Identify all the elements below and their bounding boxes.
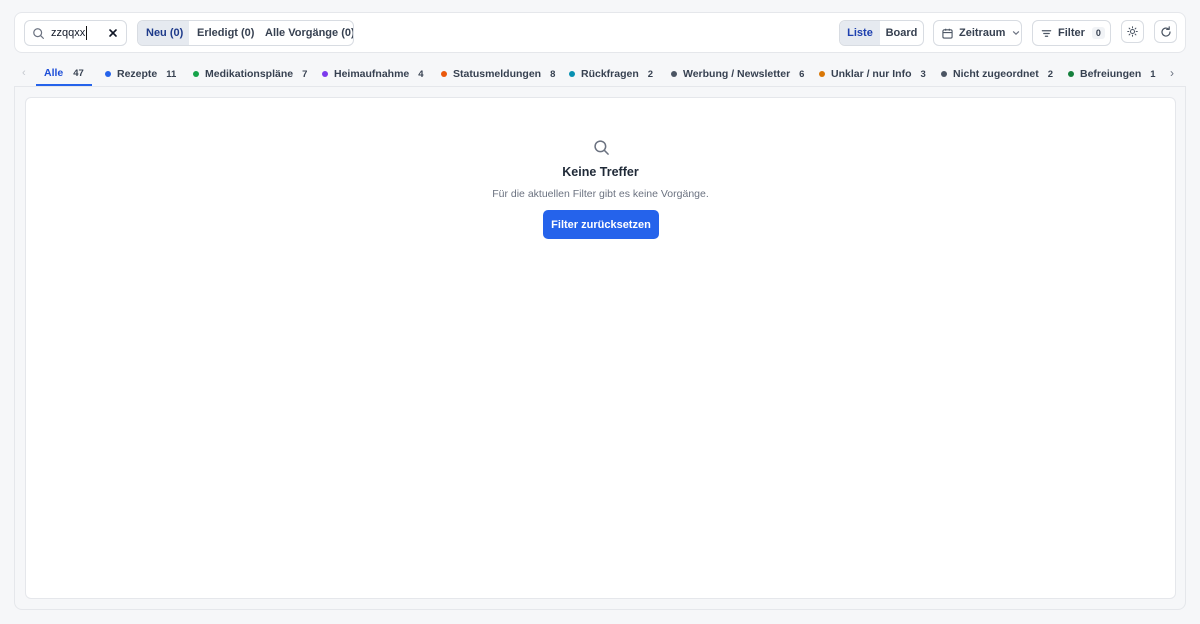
tab-heimaufnahme[interactable]: Heimaufnahme 4 [322,62,424,86]
status-new-button[interactable]: Neu (0) [138,21,189,45]
theme-toggle-button[interactable] [1121,20,1144,43]
tab-label: Rückfragen [581,68,639,80]
tab-rueckfragen[interactable]: Rückfragen 2 [569,62,653,86]
tab-label: Nicht zugeordnet [953,68,1039,80]
tab-count: 3 [920,68,926,80]
tab-count: 1 [1150,68,1156,80]
period-label: Zeitraum [959,27,1006,39]
category-dot [193,71,199,77]
tab-label: Medikationspläne [205,68,294,80]
filter-count-badge: 0 [1091,27,1105,39]
status-filter: Neu (0) Erledigt (0) Alle Vorgänge (0) [137,20,354,46]
tab-label: Befreiungen [1080,68,1142,80]
category-dot [819,71,825,77]
tab-count: 2 [647,68,654,80]
tab-nicht-zugeordnet[interactable]: Nicht zugeordnet 2 [941,62,1053,86]
tab-count: 2 [1047,68,1054,80]
category-dot [441,71,447,77]
chevron-right-icon[interactable]: › [1170,66,1174,80]
tab-werbung-newsletter[interactable]: Werbung / Newsletter 6 [671,62,804,86]
board-view-button[interactable]: Board [880,21,923,45]
tab-statusmeldungen[interactable]: Statusmeldungen 8 [441,62,555,86]
search-value[interactable]: zzqqxx [51,26,88,40]
tab-befreiungen[interactable]: Befreiungen 1 [1068,62,1156,86]
sun-icon [1127,26,1138,37]
tab-count: 11 [166,68,177,80]
filter-label: Filter [1058,27,1085,39]
search-icon [594,140,609,155]
view-toggle: Liste Board [839,20,924,46]
list-view-button[interactable]: Liste [840,21,880,45]
search-input[interactable]: zzqqxx [24,20,127,46]
tab-count: 4 [418,68,424,80]
search-icon [33,28,44,39]
refresh-icon [1160,25,1171,37]
reset-filters-button[interactable]: Filter zurücksetzen [543,210,659,239]
scroll-left-icon[interactable]: ‹ [22,67,26,79]
filter-button[interactable]: Filter 0 [1032,20,1111,46]
tab-label: Alle [44,67,64,79]
category-dot [322,71,328,77]
tab-count: 7 [302,68,308,80]
tab-medikationsplaene[interactable]: Medikationspläne 7 [193,62,307,86]
tab-label: Statusmeldungen [453,68,542,80]
tab-all[interactable]: Alle 47 [36,62,92,86]
category-dot [569,71,575,77]
status-all-button[interactable]: Alle Vorgänge (0) [257,21,353,45]
calendar-icon [942,28,953,39]
empty-state-subtitle: Für die aktuellen Filter gibt es keine V… [492,188,709,200]
tab-count: 8 [550,68,556,80]
tab-unklar-nur-info[interactable]: Unklar / nur Info 3 [819,62,926,86]
empty-state-title: Keine Treffer [562,165,639,179]
tab-count: 47 [73,67,84,79]
tab-label: Rezepte [117,68,158,80]
filter-icon [1041,29,1052,37]
empty-state-panel: Keine Treffer Für die aktuellen Filter g… [25,97,1176,599]
tab-rezepte[interactable]: Rezepte 11 [105,62,176,86]
category-dot [671,71,677,77]
tab-label: Heimaufnahme [334,68,410,80]
category-dot [1068,71,1074,77]
category-tabs: ‹ Alle 47 Rezepte 11 Medikationspläne 7 … [14,62,1186,86]
period-dropdown[interactable]: Zeitraum [933,20,1022,46]
tab-count: 6 [799,68,805,80]
refresh-button[interactable] [1154,20,1177,43]
close-icon[interactable] [107,27,119,39]
toolbar: zzqqxx Neu (0) Erledigt (0) Alle Vorgäng… [14,12,1186,53]
category-dot [941,71,947,77]
category-dot [105,71,111,77]
chevron-down-icon [1013,31,1020,36]
tab-label: Unklar / nur Info [831,68,912,80]
tab-label: Werbung / Newsletter [683,68,791,80]
status-done-button[interactable]: Erledigt (0) [189,21,257,45]
